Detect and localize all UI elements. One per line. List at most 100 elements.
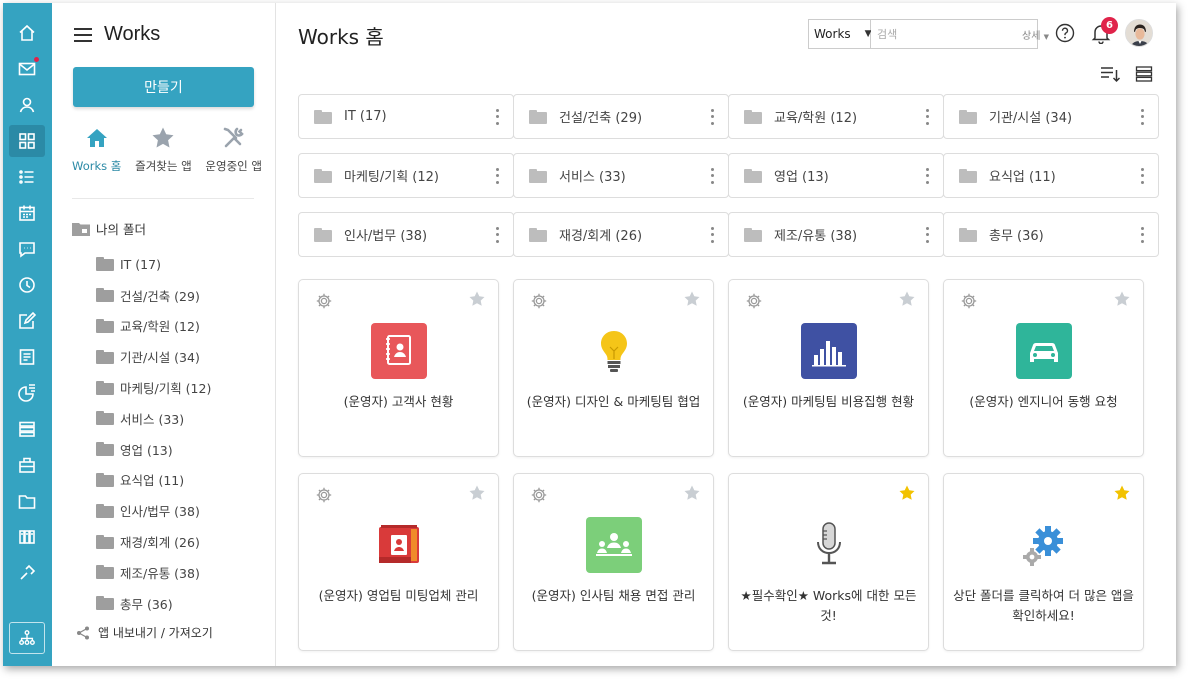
- more-options-icon[interactable]: [710, 167, 714, 184]
- archive-icon[interactable]: [9, 521, 45, 553]
- folder-card[interactable]: 마케팅/기획 (12): [298, 153, 514, 198]
- app-card[interactable]: (운영자) 영업팀 미팅업체 관리: [298, 473, 499, 651]
- favorite-star-icon[interactable]: [898, 290, 916, 308]
- home-icon: [86, 129, 107, 147]
- more-options-icon[interactable]: [925, 108, 929, 125]
- folder-item[interactable]: 기관/시설 (34): [96, 341, 211, 372]
- favorite-star-icon[interactable]: [468, 484, 486, 502]
- search-input[interactable]: [871, 20, 1022, 48]
- avatar[interactable]: [1125, 19, 1153, 47]
- more-options-icon[interactable]: [1140, 167, 1144, 184]
- sort-icon[interactable]: [1099, 65, 1121, 83]
- folder-item[interactable]: IT (17): [96, 249, 211, 280]
- board-icon[interactable]: [9, 341, 45, 373]
- help-icon[interactable]: [1055, 23, 1075, 43]
- settings-gear-icon[interactable]: [530, 486, 548, 504]
- folder-icon: [529, 168, 547, 183]
- app-card[interactable]: ★필수확인★ Works에 대한 모든 것!: [728, 473, 929, 651]
- folder-item[interactable]: 교육/학원 (12): [96, 311, 211, 342]
- favorite-star-icon[interactable]: [1113, 484, 1131, 502]
- app-card[interactable]: (운영자) 고객사 현황: [298, 279, 499, 457]
- briefcase-icon[interactable]: [9, 449, 45, 481]
- menu-icon[interactable]: [74, 27, 92, 42]
- folder-item[interactable]: 제조/유통 (38): [96, 557, 211, 588]
- folder-card[interactable]: 서비스 (33): [513, 153, 729, 198]
- app-card[interactable]: (운영자) 디자인 & 마케팅팀 협업: [513, 279, 714, 457]
- folder-card[interactable]: 영업 (13): [728, 153, 944, 198]
- search-scope-select[interactable]: Works ▼: [809, 20, 872, 48]
- app-window: Works 만들기 Works 홈 즐겨찾는 앱 운영중인 앱 나의 폴더 IT…: [3, 3, 1176, 666]
- search-detail-toggle[interactable]: 상세 ▼: [1022, 27, 1049, 42]
- folder-item[interactable]: 재경/회계 (26): [96, 526, 211, 557]
- mail-icon[interactable]: [9, 53, 45, 85]
- folder-card[interactable]: 재경/회계 (26): [513, 212, 729, 257]
- folder-item[interactable]: 영업 (13): [96, 434, 211, 465]
- link-icon[interactable]: [9, 557, 45, 589]
- folder-item[interactable]: 인사/법무 (38): [96, 495, 211, 526]
- more-options-icon[interactable]: [495, 226, 499, 243]
- edit-icon[interactable]: [9, 305, 45, 337]
- settings-gear-icon[interactable]: [315, 486, 333, 504]
- chat-icon[interactable]: [9, 233, 45, 265]
- favorite-star-icon[interactable]: [898, 484, 916, 502]
- folder-card[interactable]: 제조/유통 (38): [728, 212, 944, 257]
- more-options-icon[interactable]: [710, 226, 714, 243]
- settings-gear-icon[interactable]: [530, 292, 548, 310]
- folder-card-label: 영업 (13): [774, 170, 829, 185]
- folder-icon: [96, 288, 114, 303]
- folder-card[interactable]: 요식업 (11): [943, 153, 1159, 198]
- more-options-icon[interactable]: [495, 167, 499, 184]
- home-icon[interactable]: [9, 17, 45, 49]
- folder-card[interactable]: 기관/시설 (34): [943, 94, 1159, 139]
- folder-item[interactable]: 건설/건축 (29): [96, 280, 211, 311]
- folder-card[interactable]: IT (17): [298, 94, 514, 139]
- folder-icon: [96, 349, 114, 364]
- favorite-star-icon[interactable]: [468, 290, 486, 308]
- more-options-icon[interactable]: [1140, 226, 1144, 243]
- settings-gear-icon[interactable]: [315, 292, 333, 310]
- folder-item[interactable]: 요식업 (11): [96, 465, 211, 496]
- settings-gear-icon[interactable]: [960, 292, 978, 310]
- create-button[interactable]: 만들기: [73, 67, 254, 107]
- settings-gear-icon[interactable]: [745, 292, 763, 310]
- search-detail-label: 상세: [1022, 30, 1041, 42]
- tab-works-home[interactable]: Works 홈: [72, 125, 121, 174]
- favorite-star-icon[interactable]: [683, 484, 701, 502]
- folder-card[interactable]: 교육/학원 (12): [728, 94, 944, 139]
- folder-label: 서비스 (33): [120, 411, 185, 427]
- folder-icon: [529, 109, 547, 124]
- org-chart-icon[interactable]: [9, 622, 45, 654]
- favorite-star-icon[interactable]: [1113, 290, 1131, 308]
- folder-card[interactable]: 총무 (36): [943, 212, 1159, 257]
- favorite-star-icon[interactable]: [683, 290, 701, 308]
- works-grid-icon[interactable]: [9, 125, 45, 157]
- my-folder-header[interactable]: 나의 폴더: [72, 219, 146, 238]
- app-card[interactable]: (운영자) 마케팅팀 비용집행 현황: [728, 279, 929, 457]
- more-options-icon[interactable]: [710, 108, 714, 125]
- more-options-icon[interactable]: [925, 167, 929, 184]
- tab-favorite-apps[interactable]: 즐겨찾는 앱: [135, 125, 192, 174]
- folder-item[interactable]: 총무 (36): [96, 588, 211, 619]
- app-card[interactable]: (운영자) 인사팀 채용 면접 관리: [513, 473, 714, 651]
- tab-managed-apps[interactable]: 운영중인 앱: [205, 125, 262, 174]
- folder-label: 인사/법무 (38): [120, 504, 200, 520]
- app-card[interactable]: (운영자) 엔지니어 동행 요청: [943, 279, 1144, 457]
- list-view-icon[interactable]: [1135, 65, 1153, 83]
- stack-icon[interactable]: [9, 413, 45, 445]
- folder-icon[interactable]: [9, 485, 45, 517]
- folder-item[interactable]: 마케팅/기획 (12): [96, 372, 211, 403]
- app-card[interactable]: 상단 폴더를 클릭하여 더 많은 앱을 확인하세요!: [943, 473, 1144, 651]
- clock-icon[interactable]: [9, 269, 45, 301]
- report-chart-icon[interactable]: [9, 377, 45, 409]
- contacts-icon[interactable]: [9, 89, 45, 121]
- more-options-icon[interactable]: [495, 108, 499, 125]
- calendar-icon[interactable]: [9, 197, 45, 229]
- folder-label: 마케팅/기획 (12): [120, 381, 212, 397]
- folder-item[interactable]: 서비스 (33): [96, 403, 211, 434]
- folder-card[interactable]: 건설/건축 (29): [513, 94, 729, 139]
- more-options-icon[interactable]: [1140, 108, 1144, 125]
- export-import-link[interactable]: 앱 내보내기 / 가져오기: [76, 624, 213, 641]
- folder-card[interactable]: 인사/법무 (38): [298, 212, 514, 257]
- list-icon[interactable]: [9, 161, 45, 193]
- more-options-icon[interactable]: [925, 226, 929, 243]
